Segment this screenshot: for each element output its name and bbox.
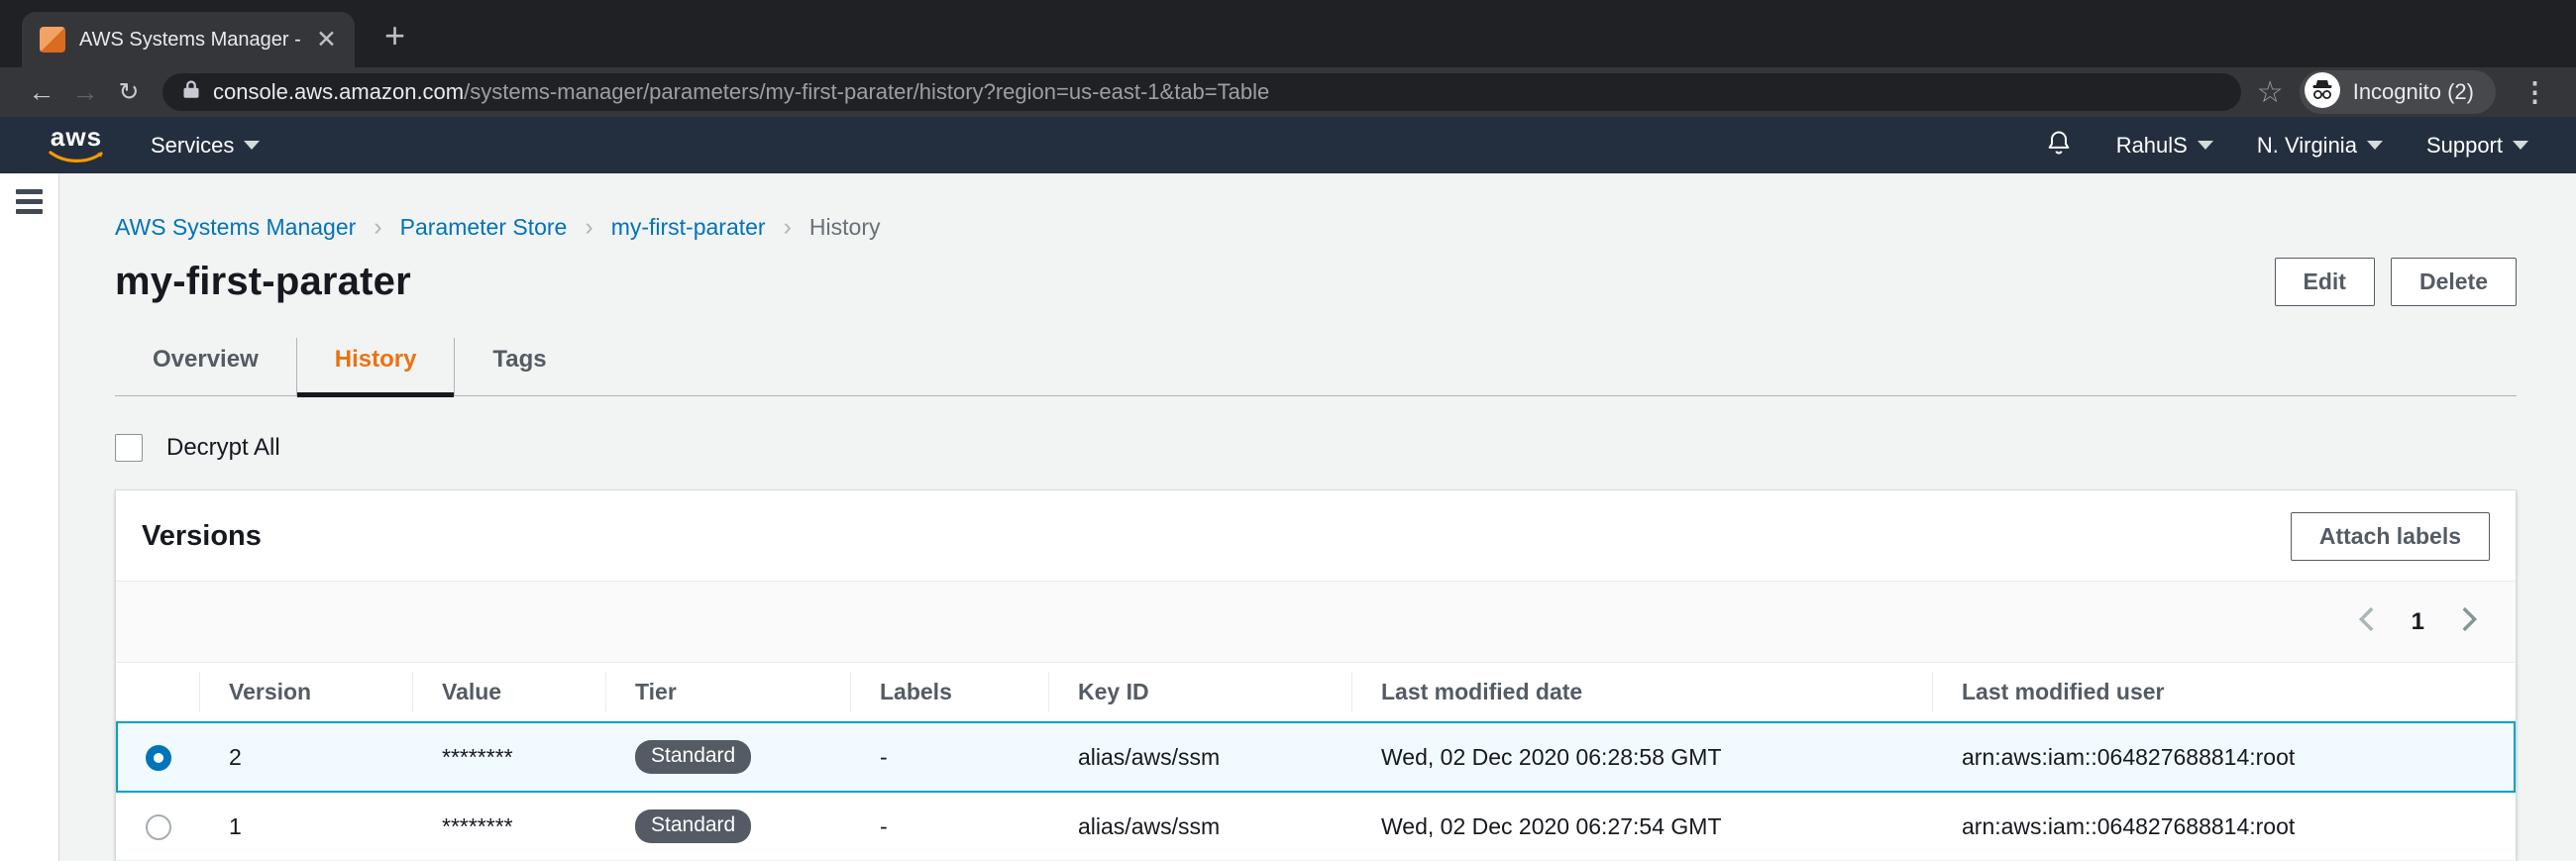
tier-badge: Standard (635, 740, 752, 774)
breadcrumb-separator-icon: › (783, 213, 792, 241)
main-panel: AWS Systems Manager › Parameter Store › … (59, 173, 2576, 861)
incognito-icon (2304, 71, 2340, 113)
incognito-badge: Incognito (2) (2299, 70, 2496, 114)
pagination-prev-icon[interactable] (2356, 605, 2376, 638)
cell-key-id: alias/aws/ssm (1048, 721, 1351, 793)
decrypt-all-label: Decrypt All (166, 434, 280, 461)
delete-button[interactable]: Delete (2390, 258, 2517, 306)
aws-logo-text: aws (50, 122, 103, 153)
chevron-down-icon (2366, 141, 2383, 150)
detail-tabs: Overview History Tags (115, 338, 2517, 397)
cell-value: ******** (412, 792, 605, 861)
chevron-down-icon (2513, 141, 2528, 150)
cell-last-modified-user: arn:aws:iam::064827688814:root (1932, 721, 2516, 793)
tab-history[interactable]: History (295, 338, 455, 397)
cell-last-modified-date: Wed, 02 Dec 2020 06:28:58 GMT (1351, 721, 1932, 793)
cell-key-id: alias/aws/ssm (1048, 792, 1351, 861)
services-menu[interactable]: Services (151, 132, 261, 159)
aws-favicon-icon (40, 27, 65, 53)
support-label: Support (2425, 132, 2503, 158)
cell-version: 2 (199, 721, 412, 793)
browser-toolbar: ← → ↻ console.aws.amazon.com/systems-man… (0, 67, 2576, 117)
column-tier: Tier (605, 662, 850, 723)
chevron-down-icon (2197, 141, 2213, 150)
table-row: 1 ******** Standard - alias/aws/ssm Wed,… (117, 792, 2515, 861)
breadcrumb-separator-icon: › (585, 213, 593, 241)
cell-last-modified-user: arn:aws:iam::064827688814:root (1932, 792, 2515, 861)
versions-card: Versions Attach labels 1 Version Value T… (115, 489, 2517, 861)
url-bar[interactable]: console.aws.amazon.com/systems-manager/p… (162, 73, 2241, 111)
aws-top-nav: aws Services RahulS N. Virginia Support (0, 117, 2576, 173)
edit-button[interactable]: Edit (2274, 258, 2375, 306)
attach-labels-button[interactable]: Attach labels (2290, 512, 2490, 561)
back-icon[interactable]: ← (20, 78, 63, 106)
chevron-down-icon (244, 141, 261, 150)
screen: AWS Systems Manager - Param ✕ + ← → ↻ co… (0, 0, 2576, 861)
tab-overview[interactable]: Overview (115, 338, 296, 395)
cell-labels: - (850, 792, 1048, 861)
account-menu[interactable]: RahulS (2116, 133, 2213, 159)
notifications-bell-icon[interactable] (2045, 129, 2073, 162)
browser-tab-title: AWS Systems Manager - Param (79, 28, 300, 51)
versions-title: Versions (142, 520, 262, 552)
table-row: 2 ******** Standard - alias/aws/ssm Wed,… (116, 721, 2516, 793)
cell-version: 1 (199, 792, 412, 861)
console-content: AWS Systems Manager › Parameter Store › … (0, 173, 2576, 861)
url-domain: console.aws.amazon.com (213, 79, 465, 104)
column-value: Value (412, 662, 605, 723)
pagination: 1 (116, 582, 2516, 662)
column-last-modified-date: Last modified date (1351, 662, 1932, 723)
column-version: Version (199, 662, 412, 723)
browser-menu-icon[interactable]: ⋮ (2522, 77, 2548, 108)
tab-tags[interactable]: Tags (454, 338, 584, 395)
version-radio[interactable] (145, 813, 171, 840)
breadcrumb-parameter-store[interactable]: Parameter Store (400, 214, 568, 241)
column-last-modified-user: Last modified user (1932, 662, 2515, 723)
cell-labels: - (850, 721, 1048, 793)
aws-smile-icon (49, 151, 103, 162)
tier-badge: Standard (635, 809, 752, 843)
bookmark-star-icon[interactable]: ☆ (2257, 75, 2284, 110)
incognito-label: Incognito (2) (2352, 79, 2474, 104)
browser-tab-strip: AWS Systems Manager - Param ✕ + (0, 0, 2576, 67)
column-select (117, 662, 199, 723)
breadcrumb-current: History (808, 214, 881, 240)
pagination-current-page[interactable]: 1 (2412, 608, 2424, 636)
version-radio-selected[interactable] (146, 744, 171, 771)
cell-last-modified-date: Wed, 02 Dec 2020 06:27:54 GMT (1351, 792, 1932, 861)
breadcrumb-separator-icon: › (374, 213, 382, 241)
column-key-id: Key ID (1048, 662, 1351, 723)
breadcrumb-parameter-name[interactable]: my-first-parater (611, 214, 766, 241)
url-path: /systems-manager/parameters/my-first-par… (464, 79, 1270, 104)
region-menu[interactable]: N. Virginia (2257, 133, 2383, 159)
forward-icon[interactable]: → (63, 78, 107, 106)
decrypt-all-checkbox[interactable] (115, 434, 143, 462)
left-rail (0, 173, 59, 861)
reload-icon[interactable]: ↻ (107, 79, 151, 105)
services-label: Services (151, 132, 235, 158)
versions-table: Version Value Tier Labels Key ID Last mo… (116, 662, 2516, 861)
column-labels: Labels (850, 662, 1048, 723)
cell-value: ******** (412, 721, 605, 793)
region-label: N. Virginia (2256, 132, 2357, 158)
hamburger-menu-icon[interactable] (16, 189, 43, 214)
browser-tab[interactable]: AWS Systems Manager - Param ✕ (22, 12, 355, 67)
tab-close-icon[interactable]: ✕ (314, 27, 339, 53)
aws-logo[interactable]: aws (48, 122, 105, 163)
breadcrumb: AWS Systems Manager › Parameter Store › … (115, 213, 2517, 242)
lock-icon (182, 79, 200, 105)
support-menu[interactable]: Support (2426, 133, 2528, 159)
breadcrumb-systems-manager[interactable]: AWS Systems Manager (115, 214, 356, 241)
new-tab-icon[interactable]: + (384, 18, 405, 54)
page-title: my-first-parater (115, 260, 411, 303)
table-header-row: Version Value Tier Labels Key ID Last mo… (117, 662, 2515, 723)
pagination-next-icon[interactable] (2460, 605, 2480, 638)
account-label: RahulS (2115, 132, 2188, 158)
